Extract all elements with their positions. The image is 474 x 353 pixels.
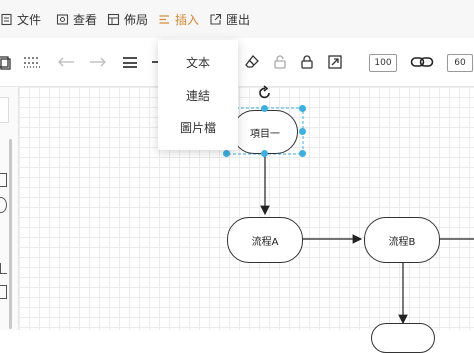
panel-search-box[interactable] [0, 97, 9, 123]
menu-insert[interactable]: 插入 [158, 9, 199, 29]
panel-scrollbar[interactable] [9, 139, 12, 329]
insert-icon [158, 13, 171, 26]
menu-layout[interactable]: 佈局 [107, 9, 148, 29]
flow-node-label: 流程B [388, 236, 416, 248]
export-icon [209, 13, 222, 26]
link-icon[interactable] [409, 52, 435, 72]
menu-export[interactable]: 匯出 [209, 9, 250, 29]
format-panel-icon[interactable] [0, 52, 14, 72]
insert-image-item[interactable]: 圖片檔 [158, 115, 238, 141]
rotate-handle-icon[interactable] [257, 85, 273, 101]
insert-text-item[interactable]: 文本 [158, 50, 238, 76]
layout-icon [107, 13, 120, 26]
insert-dropdown-menu: 文本 連結 圖片檔 [158, 40, 238, 150]
unlock-icon[interactable] [270, 52, 290, 72]
diagram-canvas[interactable]: 項目一 流程A 流程B [19, 85, 474, 353]
lock-icon[interactable] [297, 52, 317, 72]
menu-view-label: 查看 [73, 12, 98, 27]
resize-handle-top[interactable] [261, 105, 268, 112]
resize-handle-bottom-left[interactable] [223, 150, 230, 157]
menu-export-label: 匯出 [226, 12, 251, 27]
shape-library-panel [0, 87, 19, 330]
undo-icon[interactable] [56, 52, 76, 72]
menu-insert-label: 插入 [175, 12, 200, 27]
menu-view[interactable]: 查看 [56, 9, 97, 29]
flow-node-item-one[interactable]: 項目一 [232, 110, 298, 154]
eraser-icon[interactable] [242, 52, 262, 72]
insert-link-item[interactable]: 連結 [158, 83, 238, 109]
redo-icon[interactable] [88, 52, 108, 72]
menu-file[interactable]: 文件 [0, 9, 41, 29]
view-icon [56, 13, 69, 26]
resize-handle-right[interactable] [299, 128, 306, 135]
shape-rectangle-icon[interactable] [0, 173, 7, 187]
flow-node-label: 流程A [251, 236, 279, 248]
resize-handle-bottom-right[interactable] [299, 150, 306, 157]
flow-node-partial[interactable] [371, 323, 435, 353]
file-icon [0, 13, 13, 26]
line-weight-icon[interactable] [120, 52, 140, 72]
menu-layout-label: 佈局 [124, 12, 149, 27]
menu-file-label: 文件 [17, 12, 42, 27]
flow-node-process-b[interactable]: 流程B [364, 217, 440, 263]
flow-node-label: 項目一 [250, 128, 280, 140]
shape-ellipse-icon[interactable] [0, 197, 7, 213]
shape-process-icon[interactable] [0, 285, 7, 299]
border-style-icon[interactable] [22, 52, 42, 72]
fit-page-icon[interactable] [325, 52, 345, 72]
resize-handle-bottom[interactable] [261, 150, 268, 157]
font-size-input[interactable]: 100 [369, 54, 397, 72]
shape-line-icon[interactable] [0, 263, 7, 274]
zoom-input[interactable]: 60 [447, 54, 473, 72]
resize-handle-top-right[interactable] [299, 105, 306, 112]
flow-node-process-a[interactable]: 流程A [227, 217, 303, 263]
menu-bar: 文件 查看 佈局 插入 匯出 [0, 0, 474, 39]
